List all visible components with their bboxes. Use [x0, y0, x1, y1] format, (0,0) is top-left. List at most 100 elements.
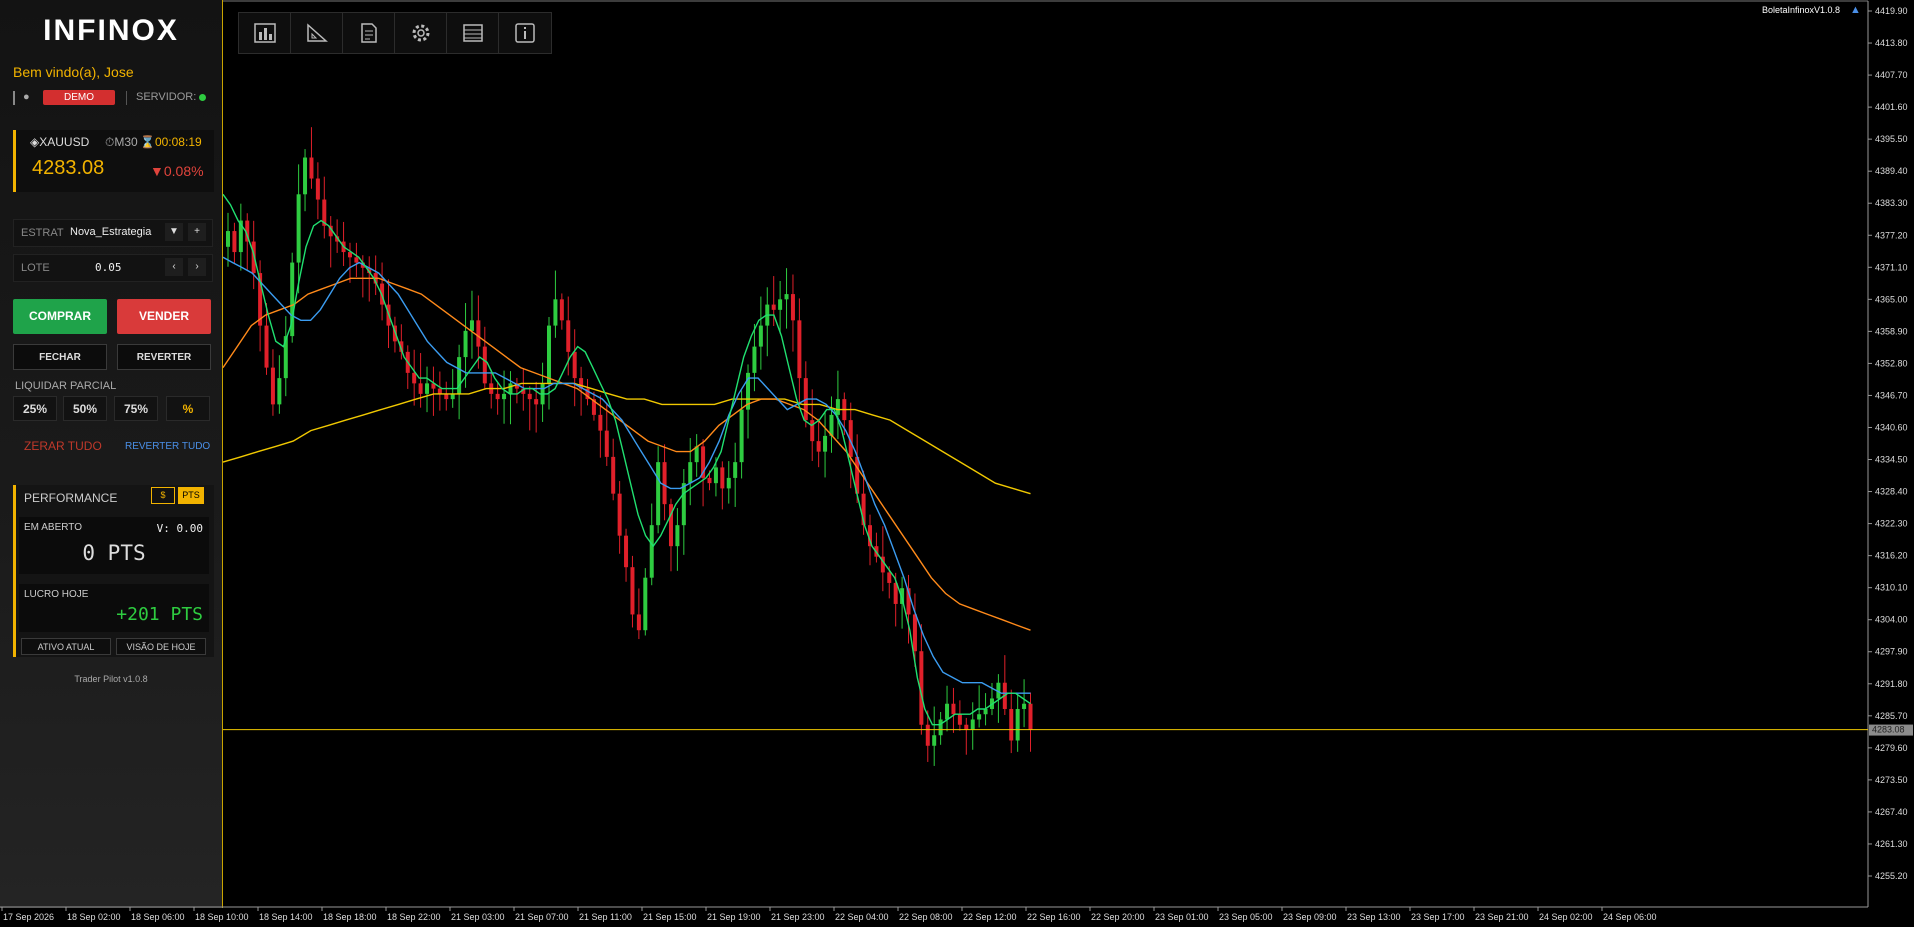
- price-tick-label: 4261.30: [1875, 839, 1908, 849]
- bull-candle: [643, 577, 648, 631]
- bear-candle: [264, 325, 269, 368]
- price-tick-label: 4413.80: [1875, 38, 1908, 48]
- time-tick-label: 18 Sep 18:00: [323, 912, 377, 922]
- bar-chart-button[interactable]: [239, 13, 291, 53]
- bull-candle: [945, 703, 950, 720]
- settings-button[interactable]: [395, 13, 447, 53]
- bear-candle: [482, 346, 487, 384]
- time-tick-label: 22 Sep 08:00: [899, 912, 953, 922]
- bear-candle: [1028, 703, 1033, 730]
- time-tick-label: 17 Sep 2026: [3, 912, 54, 922]
- price-tick-label: 4328.40: [1875, 487, 1908, 497]
- price-tick-label: 4316.20: [1875, 551, 1908, 561]
- time-tick-label: 18 Sep 02:00: [67, 912, 121, 922]
- bear-candle: [1009, 708, 1014, 741]
- time-tick-label: 18 Sep 06:00: [131, 912, 185, 922]
- bull-candle: [681, 483, 686, 526]
- price-tick-label: 4267.40: [1875, 807, 1908, 817]
- document-icon: [361, 23, 377, 43]
- bull-candle: [938, 719, 943, 736]
- bull-candle: [970, 719, 975, 730]
- graduation-cap-icon[interactable]: ▲: [1850, 4, 1861, 16]
- bear-candle: [617, 493, 622, 536]
- bar-chart-icon: [254, 23, 276, 43]
- price-tick-label: 4297.90: [1875, 647, 1908, 657]
- bull-candle: [469, 320, 474, 331]
- bear-candle: [232, 231, 237, 253]
- bear-candle: [951, 703, 956, 715]
- bull-candle: [656, 462, 661, 526]
- drawing-tools-button[interactable]: [291, 13, 343, 53]
- time-tick-label: 21 Sep 11:00: [579, 912, 632, 922]
- bear-candle: [624, 535, 629, 568]
- bull-candle: [226, 231, 230, 247]
- time-tick-label: 23 Sep 17:00: [1411, 912, 1465, 922]
- bull-candle: [553, 299, 558, 326]
- bull-candle: [739, 409, 744, 463]
- time-tick-label: 22 Sep 20:00: [1091, 912, 1145, 922]
- time-tick-label: 18 Sep 14:00: [259, 912, 313, 922]
- bear-candle: [315, 178, 320, 200]
- bear-candle: [566, 320, 571, 352]
- bear-candle: [887, 572, 892, 583]
- info-button[interactable]: [499, 13, 550, 53]
- time-tick-label: 22 Sep 04:00: [835, 912, 889, 922]
- bear-candle: [572, 351, 577, 379]
- bear-candle: [534, 399, 539, 405]
- price-tick-label: 4371.10: [1875, 262, 1908, 272]
- bear-candle: [662, 462, 667, 505]
- time-tick-label: 23 Sep 09:00: [1283, 912, 1337, 922]
- bull-candle: [977, 714, 982, 720]
- price-tick-label: 4279.60: [1875, 743, 1908, 753]
- bull-candle: [733, 462, 738, 478]
- price-tick-label: 4389.40: [1875, 166, 1908, 176]
- bear-candle: [912, 614, 917, 652]
- time-tick-label: 21 Sep 03:00: [451, 912, 505, 922]
- bull-candle: [508, 383, 513, 394]
- bear-candle: [444, 393, 449, 400]
- info-icon: [515, 23, 535, 43]
- price-tick-label: 4395.50: [1875, 134, 1908, 144]
- bull-candle: [547, 325, 551, 384]
- time-tick-label: 23 Sep 13:00: [1347, 912, 1401, 922]
- bear-candle: [630, 567, 635, 615]
- current-price-tag-label: 4283.08: [1872, 725, 1905, 735]
- price-tick-label: 4401.60: [1875, 102, 1908, 112]
- ma-long-line: [222, 382, 1031, 495]
- time-tick-label: 21 Sep 19:00: [707, 912, 761, 922]
- time-tick-label: 21 Sep 07:00: [515, 912, 569, 922]
- bull-candle: [752, 346, 757, 373]
- gear-icon: [412, 24, 430, 42]
- bull-candle: [784, 294, 789, 300]
- bear-candle: [598, 414, 603, 431]
- price-tick-label: 4365.00: [1875, 294, 1908, 304]
- templates-button[interactable]: [343, 13, 395, 53]
- time-tick-label: 21 Sep 15:00: [643, 912, 697, 922]
- price-tick-label: 4352.80: [1875, 358, 1908, 368]
- expert-advisor-label: BoletaInfinoxV1.0.8: [1762, 5, 1841, 15]
- bear-candle: [604, 430, 609, 457]
- time-tick-label: 23 Sep 21:00: [1475, 912, 1529, 922]
- time-tick-label: 24 Sep 06:00: [1603, 912, 1657, 922]
- bull-candle: [675, 525, 680, 547]
- price-tick-label: 4310.10: [1875, 583, 1908, 593]
- time-tick-label: 22 Sep 12:00: [963, 912, 1017, 922]
- price-tick-label: 4285.70: [1875, 711, 1908, 721]
- bull-candle: [450, 393, 455, 400]
- table-icon: [463, 24, 483, 42]
- time-tick-label: 21 Sep 23:00: [771, 912, 825, 922]
- bear-candle: [957, 714, 962, 725]
- price-tick-label: 4322.30: [1875, 519, 1908, 529]
- bear-candle: [270, 367, 275, 405]
- data-table-button[interactable]: [447, 13, 499, 53]
- price-tick-label: 4255.20: [1875, 871, 1908, 881]
- bull-candle: [1022, 703, 1027, 709]
- ma-slow-line: [222, 277, 1031, 631]
- bear-candle: [476, 320, 481, 347]
- price-tick-label: 4291.80: [1875, 679, 1908, 689]
- bear-candle: [636, 614, 641, 631]
- bear-candle: [559, 299, 564, 321]
- price-chart[interactable]: 4419.90 4413.80 4407.70 4401.60 4395.50 4389.…: [0, 0, 1914, 927]
- bear-candle: [707, 477, 712, 484]
- bear-candle: [354, 257, 359, 263]
